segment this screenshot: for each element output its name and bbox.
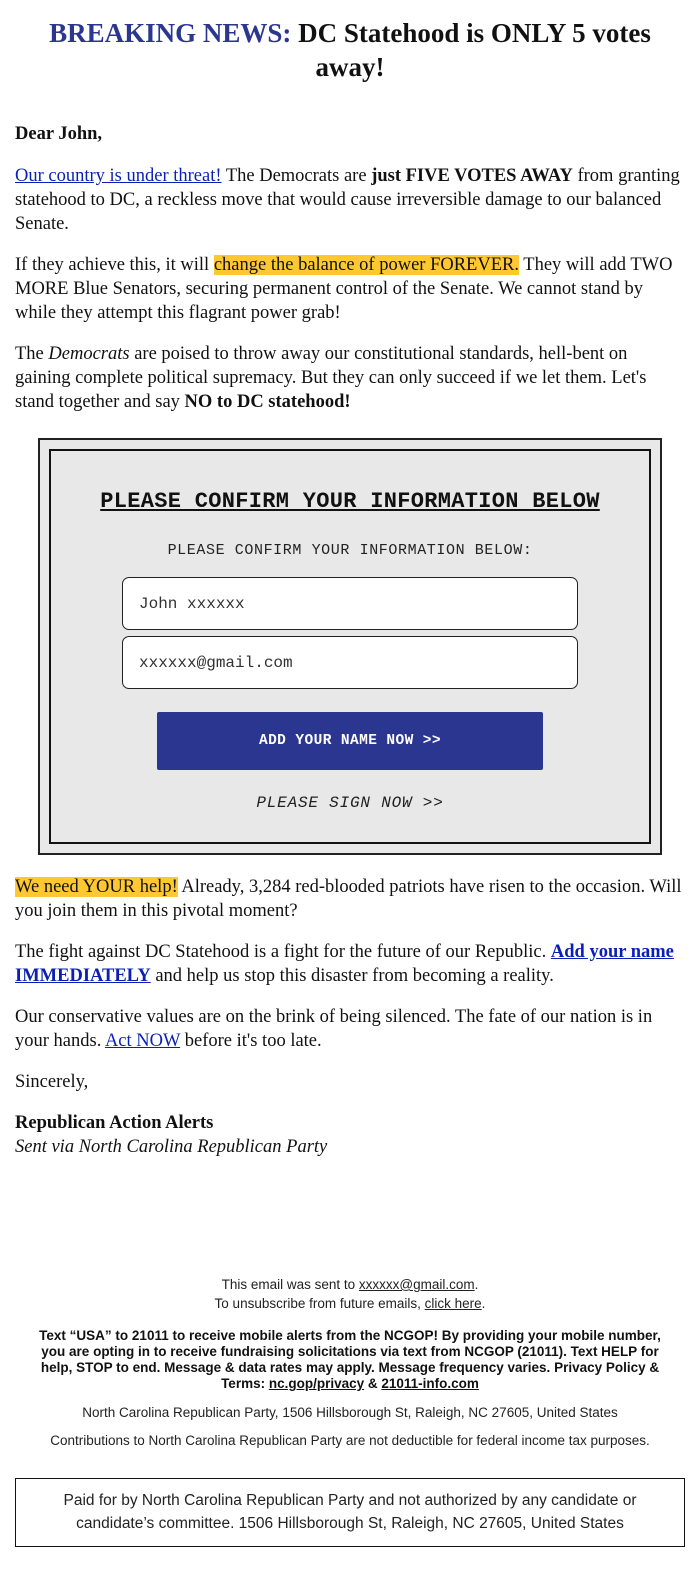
paragraph-help: We need YOUR help! Already, 3,284 red-bl… <box>15 875 685 923</box>
italic-text: Democrats <box>48 344 130 364</box>
text: and help us stop this disaster from beco… <box>150 966 554 986</box>
email-field[interactable]: xxxxxx@gmail.com <box>122 636 578 689</box>
email-body: BREAKING NEWS: DC Statehood is ONLY 5 vo… <box>0 0 700 414</box>
greeting: Dear John, <box>15 124 103 144</box>
headline: BREAKING NEWS: DC Statehood is ONLY 5 vo… <box>15 0 685 84</box>
bold-text: NO to DC statehood! <box>184 392 351 412</box>
email-body-continued: We need YOUR help! Already, 3,284 red-bl… <box>0 875 700 1159</box>
party-address: North Carolina Republican Party, 1506 Hi… <box>82 1405 618 1420</box>
signature-name: Republican Action Alerts <box>15 1113 214 1133</box>
text: & <box>364 1376 382 1391</box>
threat-link[interactable]: Our country is under threat! <box>15 166 222 186</box>
text: . <box>474 1277 479 1292</box>
sent-to-line: This email was sent to xxxxxx@gmail.com. <box>0 1275 700 1294</box>
form-subtitle: PLEASE CONFIRM YOUR INFORMATION BELOW: <box>167 542 533 559</box>
paragraph-balance: If they achieve this, it will change the… <box>15 253 685 325</box>
act-now-link[interactable]: Act NOW <box>105 1031 180 1051</box>
signup-form: PLEASE CONFIRM YOUR INFORMATION BELOW PL… <box>49 449 651 844</box>
headline-text: DC Statehood is ONLY 5 votes away! <box>291 18 651 82</box>
unsubscribe-line: To unsubscribe from future emails, click… <box>0 1294 700 1313</box>
please-sign-now-link[interactable]: PLEASE SIGN NOW >> <box>67 794 633 812</box>
text: To unsubscribe from future emails, <box>214 1296 425 1311</box>
paragraph-values: Our conservative values are on the brink… <box>15 1005 685 1053</box>
footer: This email was sent to xxxxxx@gmail.com.… <box>0 1275 700 1547</box>
unsubscribe-link[interactable]: click here <box>425 1296 482 1311</box>
text: The fight against DC Statehood is a figh… <box>15 942 551 962</box>
text: The Democrats are <box>221 166 372 186</box>
name-field[interactable]: John xxxxxx <box>122 577 578 630</box>
signature-via: Sent via North Carolina Republican Party <box>15 1137 328 1157</box>
paid-for-disclaimer: Paid for by North Carolina Republican Pa… <box>15 1478 685 1547</box>
sms-disclaimer: Text “USA” to 21011 to receive mobile al… <box>28 1328 672 1392</box>
highlighted-text: We need YOUR help! <box>15 877 178 897</box>
form-title: PLEASE CONFIRM YOUR INFORMATION BELOW <box>100 489 600 514</box>
privacy-link[interactable]: nc.gop/privacy <box>269 1376 364 1391</box>
contributions-notice: Contributions to North Carolina Republic… <box>50 1433 650 1448</box>
signup-form-frame: PLEASE CONFIRM YOUR INFORMATION BELOW PL… <box>38 438 662 855</box>
text: The <box>15 344 49 364</box>
text: This email was sent to <box>221 1277 359 1292</box>
highlighted-text: change the balance of power FOREVER. <box>213 255 519 275</box>
recipient-email-link[interactable]: xxxxxx@gmail.com <box>359 1277 475 1292</box>
info-link[interactable]: 21011-info.com <box>381 1376 479 1391</box>
paragraph-democrats: The Democrats are poised to throw away o… <box>15 342 685 414</box>
paragraph-threat: Our country is under threat! The Democra… <box>15 164 685 236</box>
text: If they achieve this, it will <box>15 255 214 275</box>
text: before it's too late. <box>180 1031 322 1051</box>
text: . <box>481 1296 486 1311</box>
headline-accent: BREAKING NEWS: <box>49 18 292 48</box>
bold-text: just FIVE VOTES AWAY <box>371 166 573 186</box>
closing: Sincerely, <box>15 1072 89 1092</box>
paragraph-fight: The fight against DC Statehood is a figh… <box>15 940 685 988</box>
add-your-name-button[interactable]: ADD YOUR NAME NOW >> <box>157 712 543 770</box>
